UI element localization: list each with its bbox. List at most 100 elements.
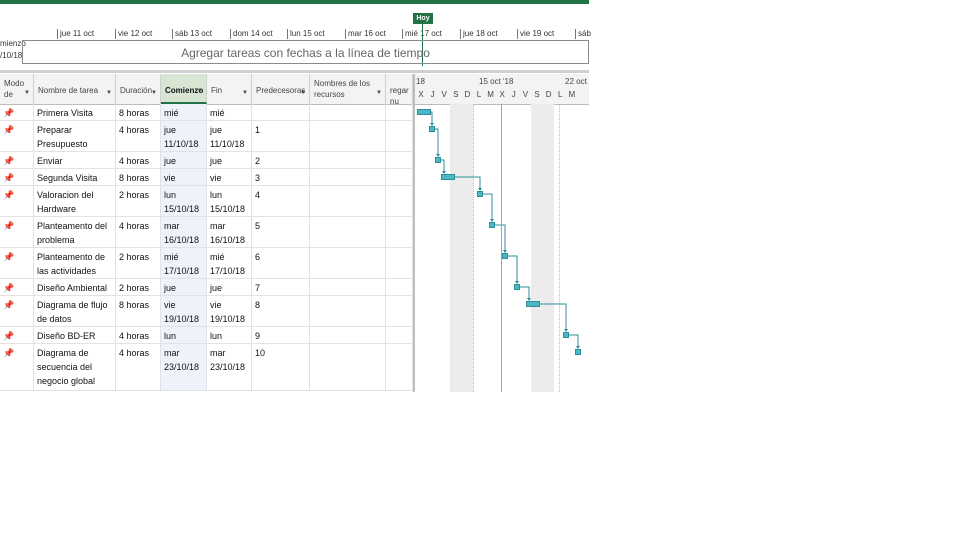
- table-row[interactable]: 📌 Planteamento de las actividades 2 horas m…: [0, 248, 413, 279]
- cell-start[interactable]: jue 18/10/18: [161, 279, 207, 295]
- task-grid[interactable]: Modo de ▼ Nombre de tarea ▼ Duración ▼ C…: [0, 74, 413, 392]
- cell-name[interactable]: Primera Visita: [34, 104, 116, 120]
- cell-finish[interactable]: mar 16/10/18: [207, 217, 252, 247]
- cell-resources[interactable]: [310, 169, 386, 185]
- cell-start[interactable]: mié 10/10/18: [161, 104, 207, 120]
- task-mode-cell[interactable]: 📌: [0, 327, 34, 343]
- cell-pred[interactable]: 3: [252, 169, 310, 185]
- task-mode-cell[interactable]: 📌: [0, 279, 34, 295]
- chevron-down-icon[interactable]: ▼: [242, 88, 248, 99]
- cell-duration[interactable]: 8 horas: [116, 104, 161, 120]
- cell-resources[interactable]: [310, 152, 386, 168]
- table-row[interactable]: 📌 Valoracion del Hardware 2 horas lun 15/10…: [0, 186, 413, 217]
- cell-duration[interactable]: 8 horas: [116, 296, 161, 326]
- cell-start[interactable]: vie 12/10/18: [161, 169, 207, 185]
- cell-add-new[interactable]: [386, 104, 413, 120]
- task-mode-cell[interactable]: 📌: [0, 186, 34, 216]
- cell-start[interactable]: mar 16/10/18: [161, 217, 207, 247]
- task-mode-cell[interactable]: 📌: [0, 248, 34, 278]
- chevron-down-icon[interactable]: ▼: [376, 88, 382, 99]
- cell-start[interactable]: jue 11/10/18: [161, 121, 207, 151]
- cell-resources[interactable]: [310, 279, 386, 295]
- cell-duration[interactable]: 4 horas: [116, 217, 161, 247]
- table-row[interactable]: 📌 Preparar Presupuesto 4 horas jue 11/10/18…: [0, 121, 413, 152]
- cell-add-new[interactable]: [386, 296, 413, 326]
- column-header-name[interactable]: Nombre de tarea ▼: [34, 74, 116, 104]
- cell-start[interactable]: lun 22/10/18: [161, 327, 207, 343]
- cell-pred[interactable]: 7: [252, 279, 310, 295]
- cell-name[interactable]: Segunda Visita: [34, 169, 116, 185]
- cell-duration[interactable]: 4 horas: [116, 344, 161, 390]
- cell-duration[interactable]: 4 horas: [116, 152, 161, 168]
- cell-pred[interactable]: 2: [252, 152, 310, 168]
- table-row[interactable]: 📌 Planteamento del problema 4 horas mar 16/…: [0, 217, 413, 248]
- cell-finish[interactable]: vie 12/10/18: [207, 169, 252, 185]
- cell-start[interactable]: jue 11/10/18: [161, 152, 207, 168]
- cell-add-new[interactable]: [386, 186, 413, 216]
- cell-pred[interactable]: 9: [252, 327, 310, 343]
- table-row[interactable]: 📌Primera Visita8 horasmié 10/10/18mié 10…: [0, 104, 413, 121]
- cell-resources[interactable]: [310, 327, 386, 343]
- cell-duration[interactable]: 2 horas: [116, 279, 161, 295]
- table-row[interactable]: 📌 Diagrama de flujo de datos 8 horas vie 19…: [0, 296, 413, 327]
- cell-add-new[interactable]: [386, 327, 413, 343]
- cell-pred[interactable]: 6: [252, 248, 310, 278]
- cell-resources[interactable]: [310, 121, 386, 151]
- cell-name[interactable]: Enviar Presupuesto: [34, 152, 116, 168]
- cell-pred[interactable]: 5: [252, 217, 310, 247]
- column-header-predecessors[interactable]: Predecesoras ▼: [252, 74, 310, 104]
- gantt-chart[interactable]: 18 15 oct '18 22 oct '18 XJVSDLMXJVSDLM: [413, 74, 589, 392]
- cell-finish[interactable]: jue 11/10/18: [207, 121, 252, 151]
- cell-add-new[interactable]: [386, 248, 413, 278]
- cell-name[interactable]: Diagrama de flujo de datos: [34, 296, 116, 326]
- task-mode-cell[interactable]: 📌: [0, 169, 34, 185]
- cell-add-new[interactable]: [386, 121, 413, 151]
- column-header-resources[interactable]: Nombres de los recursos ▼: [310, 74, 386, 104]
- task-mode-cell[interactable]: 📌: [0, 104, 34, 120]
- cell-finish[interactable]: vie 19/10/18: [207, 296, 252, 326]
- cell-start[interactable]: mar 23/10/18: [161, 344, 207, 390]
- cell-finish[interactable]: mié 10/10/18: [207, 104, 252, 120]
- column-header-duration[interactable]: Duración ▼: [116, 74, 161, 104]
- table-row[interactable]: 📌Diseño BD-ER4 horaslun 22/10/18lun 22/1…: [0, 327, 413, 344]
- view-splitter[interactable]: [0, 70, 589, 73]
- cell-start[interactable]: mié 17/10/18: [161, 248, 207, 278]
- cell-add-new[interactable]: [386, 152, 413, 168]
- task-mode-cell[interactable]: 📌: [0, 152, 34, 168]
- cell-name[interactable]: Valoracion del Hardware: [34, 186, 116, 216]
- chevron-down-icon[interactable]: ▼: [106, 88, 112, 99]
- column-header-start[interactable]: Comienzo ▼: [161, 74, 207, 104]
- cell-resources[interactable]: [310, 344, 386, 390]
- cell-resources[interactable]: [310, 296, 386, 326]
- cell-name[interactable]: Diagrama de secuencia del negocio global: [34, 344, 116, 390]
- task-mode-cell[interactable]: 📌: [0, 296, 34, 326]
- cell-pred[interactable]: 10: [252, 344, 310, 390]
- cell-duration[interactable]: 4 horas: [116, 121, 161, 151]
- cell-duration[interactable]: 2 horas: [116, 186, 161, 216]
- cell-start[interactable]: vie 19/10/18: [161, 296, 207, 326]
- cell-name[interactable]: Diseño BD-ER: [34, 327, 116, 343]
- chevron-down-icon[interactable]: ▼: [24, 88, 30, 99]
- cell-pred[interactable]: 4: [252, 186, 310, 216]
- cell-resources[interactable]: [310, 104, 386, 120]
- column-header-add-new[interactable]: regar nu: [386, 74, 413, 104]
- timeline-bar[interactable]: Agregar tareas con fechas a la línea de …: [22, 40, 589, 64]
- cell-add-new[interactable]: [386, 279, 413, 295]
- task-mode-cell[interactable]: 📌: [0, 121, 34, 151]
- cell-add-new[interactable]: [386, 169, 413, 185]
- cell-pred[interactable]: 1: [252, 121, 310, 151]
- cell-finish[interactable]: mié 17/10/18: [207, 248, 252, 278]
- cell-name[interactable]: Preparar Presupuesto: [34, 121, 116, 151]
- cell-start[interactable]: lun 15/10/18: [161, 186, 207, 216]
- cell-pred[interactable]: 8: [252, 296, 310, 326]
- cell-duration[interactable]: 4 horas: [116, 327, 161, 343]
- chevron-down-icon[interactable]: ▼: [197, 86, 203, 97]
- cell-duration[interactable]: 8 horas: [116, 169, 161, 185]
- chevron-down-icon[interactable]: ▼: [300, 88, 306, 99]
- table-row[interactable]: 📌 Diagrama de secuencia del negocio globa…: [0, 344, 413, 391]
- task-mode-cell[interactable]: 📌: [0, 344, 34, 390]
- cell-finish[interactable]: lun 22/10/18: [207, 327, 252, 343]
- column-header-finish[interactable]: Fin ▼: [207, 74, 252, 104]
- cell-name[interactable]: Diseño Ambiental: [34, 279, 116, 295]
- cell-finish[interactable]: jue 11/10/18: [207, 152, 252, 168]
